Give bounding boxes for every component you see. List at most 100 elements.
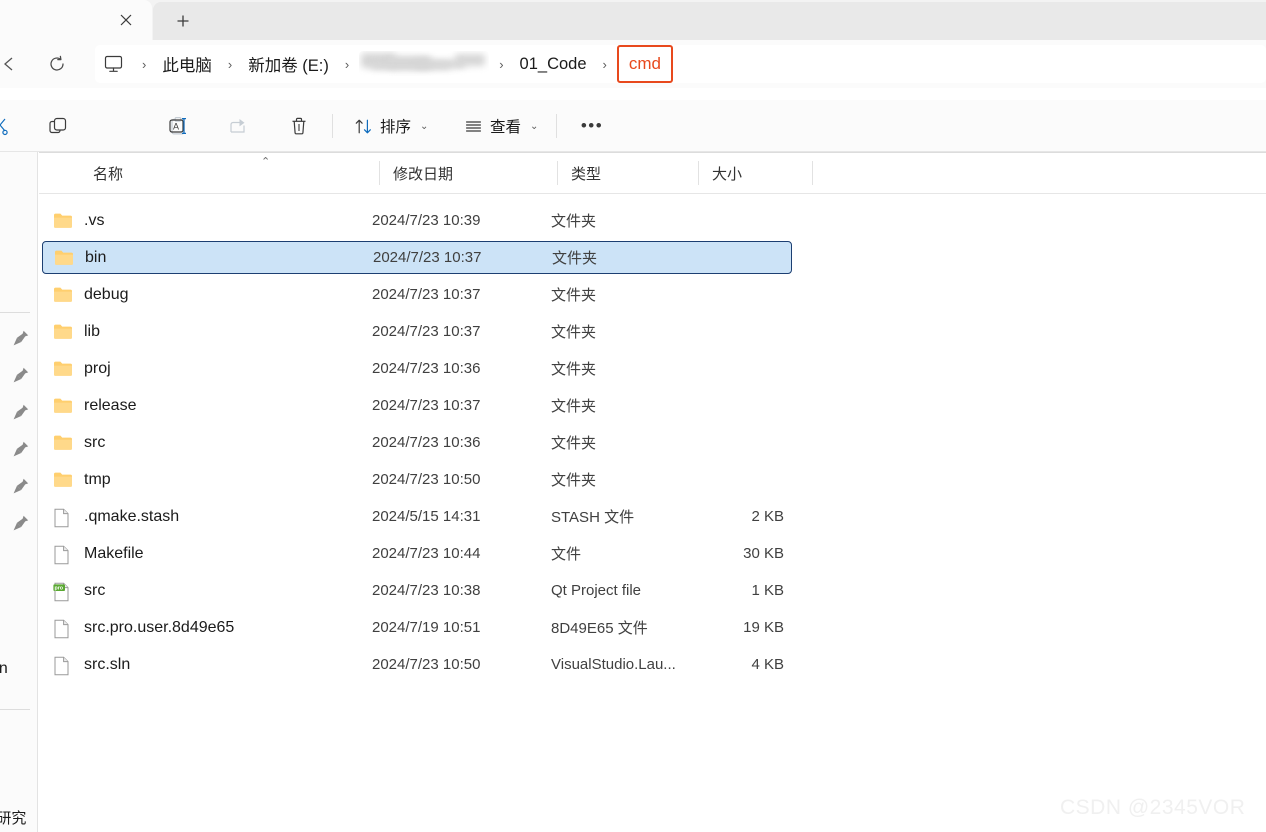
table-row[interactable]: bin 2024/7/23 10:37 文件夹 xyxy=(42,241,792,274)
cut-button[interactable] xyxy=(0,108,20,144)
file-size-cell: 19 KB xyxy=(743,619,784,636)
pin-glyph xyxy=(13,330,29,346)
file-name-cell: .vs xyxy=(53,212,104,230)
file-type-cell: STASH 文件 xyxy=(551,509,635,526)
file-name-cell: src.sln xyxy=(53,656,130,675)
copy-button[interactable] xyxy=(39,108,77,144)
breadcrumb-item-cmd[interactable]: cmd xyxy=(616,45,673,83)
folder-icon xyxy=(54,249,74,267)
folder-icon xyxy=(53,434,73,452)
back-arrow-icon[interactable] xyxy=(0,51,22,77)
breadcrumb-item-redacted[interactable] xyxy=(359,51,489,77)
toolbar-divider xyxy=(556,114,557,138)
view-button-label: 查看 xyxy=(490,119,522,136)
file-date-cell: 2024/7/23 10:37 xyxy=(372,286,481,303)
tab-strip-background xyxy=(153,2,1266,40)
delete-button[interactable] xyxy=(280,108,318,144)
more-options-button[interactable]: ••• xyxy=(571,108,613,144)
back-chevron-glyph xyxy=(4,57,13,71)
scissors-icon xyxy=(0,118,8,136)
table-row[interactable]: src.pro.user.8d49e65 2024/7/19 10:51 8D49E… xyxy=(42,611,792,644)
file-type-cell: 文件夹 xyxy=(551,361,597,378)
view-lines-icon xyxy=(465,120,482,132)
file-type-cell: 文件夹 xyxy=(551,435,597,452)
table-row[interactable]: tmp 2024/7/23 10:50 文件夹 xyxy=(42,463,792,496)
file-type-cell: VisualStudio.Lau... xyxy=(551,656,676,673)
column-header-type[interactable]: 类型 xyxy=(557,152,698,194)
close-tab-icon[interactable] xyxy=(113,7,139,33)
breadcrumb-item-this-pc[interactable]: 此电脑 xyxy=(156,49,218,79)
document-glyph xyxy=(54,508,69,527)
redaction-blur xyxy=(455,54,486,66)
table-row[interactable]: proj 2024/7/23 10:36 文件夹 xyxy=(42,352,792,385)
file-name-label: src.pro.user.8d49e65 xyxy=(84,618,235,636)
nav-item-label-fragment[interactable]: on xyxy=(0,660,8,678)
column-header-date[interactable]: 修改日期 xyxy=(379,152,557,194)
file-size-cell: 2 KB xyxy=(751,508,784,525)
sort-button[interactable]: 排序 ⌄ xyxy=(345,108,437,144)
table-row[interactable]: lib 2024/7/23 10:37 文件夹 xyxy=(42,315,792,348)
trash-icon xyxy=(292,117,306,135)
table-row[interactable]: src 2024/7/23 10:36 文件夹 xyxy=(42,426,792,459)
table-row[interactable]: pro src 2024/7/23 10:38 Qt Project file 1 KB xyxy=(42,574,792,607)
breadcrumb-item-volume-e[interactable]: 新加卷 (E:) xyxy=(242,49,335,79)
document-glyph xyxy=(54,545,69,564)
new-tab-icon[interactable] xyxy=(170,8,196,34)
table-row[interactable]: src.sln 2024/7/23 10:50 VisualStudio.Lau..… xyxy=(42,648,792,681)
chevron-down-icon: ⌄ xyxy=(530,120,539,132)
file-name-label: proj xyxy=(84,359,111,377)
file-type-cell: 文件夹 xyxy=(551,287,597,304)
file-name-label: src xyxy=(84,433,106,451)
breadcrumb-separator: › xyxy=(499,56,504,72)
ellipsis-icon: ••• xyxy=(580,116,604,135)
document-glyph xyxy=(54,656,69,675)
qt-pro-file-glyph: pro xyxy=(53,582,69,601)
folder-icon xyxy=(53,323,73,341)
breadcrumb-pc-icon[interactable] xyxy=(95,49,132,79)
table-row[interactable]: .vs 2024/7/23 10:39 文件夹 xyxy=(42,204,792,237)
share-button xyxy=(219,108,257,144)
file-name-cell: debug xyxy=(53,286,129,304)
pin-icon[interactable] xyxy=(12,477,34,499)
pin-icon[interactable] xyxy=(12,514,34,536)
pin-icon[interactable] xyxy=(12,440,34,462)
folder-icon xyxy=(53,471,73,489)
folder-glyph xyxy=(54,213,72,228)
nav-item-label-fragment-bottom[interactable]: 1研究 xyxy=(0,807,26,828)
file-name-label: release xyxy=(84,396,137,414)
column-divider[interactable] xyxy=(812,161,813,185)
document-glyph xyxy=(54,619,69,638)
column-header-size[interactable]: 大小 xyxy=(698,152,812,194)
this-pc-monitor-icon xyxy=(104,55,123,72)
pin-icon[interactable] xyxy=(12,329,34,351)
table-row[interactable]: debug 2024/7/23 10:37 文件夹 xyxy=(42,278,792,311)
file-type-cell: 文件夹 xyxy=(551,324,597,341)
table-row[interactable]: .qmake.stash 2024/5/15 14:31 STASH 文件 2 KB xyxy=(42,500,792,533)
file-type-cell: 文件夹 xyxy=(552,250,598,267)
file-name-cell: Makefile xyxy=(53,545,144,564)
file-name-cell: tmp xyxy=(53,471,111,489)
view-button[interactable]: 查看 ⌄ xyxy=(455,108,547,144)
breadcrumb-separator: › xyxy=(602,56,607,72)
folder-glyph xyxy=(54,398,72,413)
pin-glyph xyxy=(13,515,29,531)
rename-button[interactable]: A xyxy=(159,108,197,144)
refresh-icon[interactable] xyxy=(44,51,70,77)
file-name-cell: proj xyxy=(53,360,111,378)
column-header-name[interactable]: 名称 xyxy=(79,152,379,194)
breadcrumb[interactable]: › 此电脑 › 新加卷 (E:) › › 01_Code › cmd xyxy=(95,45,1266,83)
document-icon xyxy=(53,545,73,564)
pin-icon[interactable] xyxy=(12,403,34,425)
file-name-cell: src.pro.user.8d49e65 xyxy=(53,618,235,638)
breadcrumb-item-01-code[interactable]: 01_Code xyxy=(514,49,593,79)
folder-glyph xyxy=(54,287,72,302)
table-row[interactable]: Makefile 2024/7/23 10:44 文件 30 KB xyxy=(42,537,792,570)
file-date-cell: 2024/7/23 10:44 xyxy=(372,545,481,562)
file-date-cell: 2024/7/23 10:37 xyxy=(372,323,481,340)
file-date-cell: 2024/7/23 10:39 xyxy=(372,212,481,229)
file-name-label: src xyxy=(84,581,106,599)
nav-divider xyxy=(0,312,30,313)
pin-glyph xyxy=(13,404,29,420)
table-row[interactable]: release 2024/7/23 10:37 文件夹 xyxy=(42,389,792,422)
pin-icon[interactable] xyxy=(12,366,34,388)
